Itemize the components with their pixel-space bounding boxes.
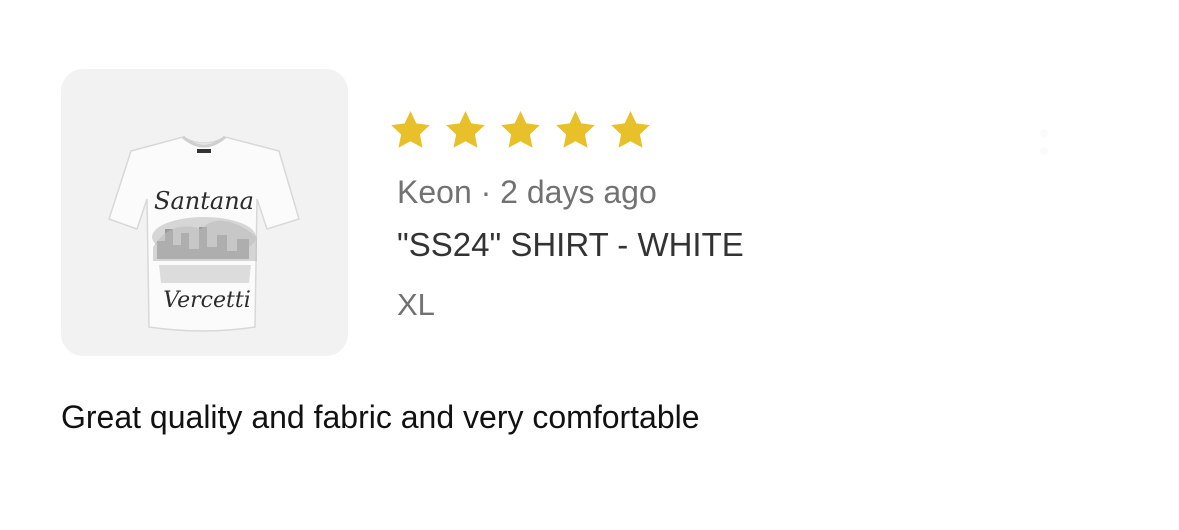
- review-card: Santana Vercetti Keon · 2 days ago "SS24…: [0, 0, 1179, 530]
- review-author-time: Keon · 2 days ago: [397, 174, 657, 210]
- more-options-icon[interactable]: [1040, 124, 1100, 155]
- star-icon: [446, 111, 485, 148]
- print-bottom-text: Vercetti: [163, 288, 250, 313]
- review-text: Great quality and fabric and very comfor…: [61, 399, 700, 435]
- star-icon: [391, 111, 430, 148]
- star-icon: [501, 111, 540, 148]
- print-top-text: Santana: [154, 187, 254, 215]
- star-rating: [388, 108, 653, 154]
- star-icon: [611, 111, 650, 148]
- product-variant: XL: [397, 287, 435, 322]
- star-icon: [556, 111, 595, 148]
- product-thumbnail[interactable]: Santana Vercetti: [61, 69, 348, 356]
- product-name[interactable]: "SS24" SHIRT - WHITE: [397, 225, 744, 265]
- tshirt-image: Santana Vercetti: [108, 135, 300, 332]
